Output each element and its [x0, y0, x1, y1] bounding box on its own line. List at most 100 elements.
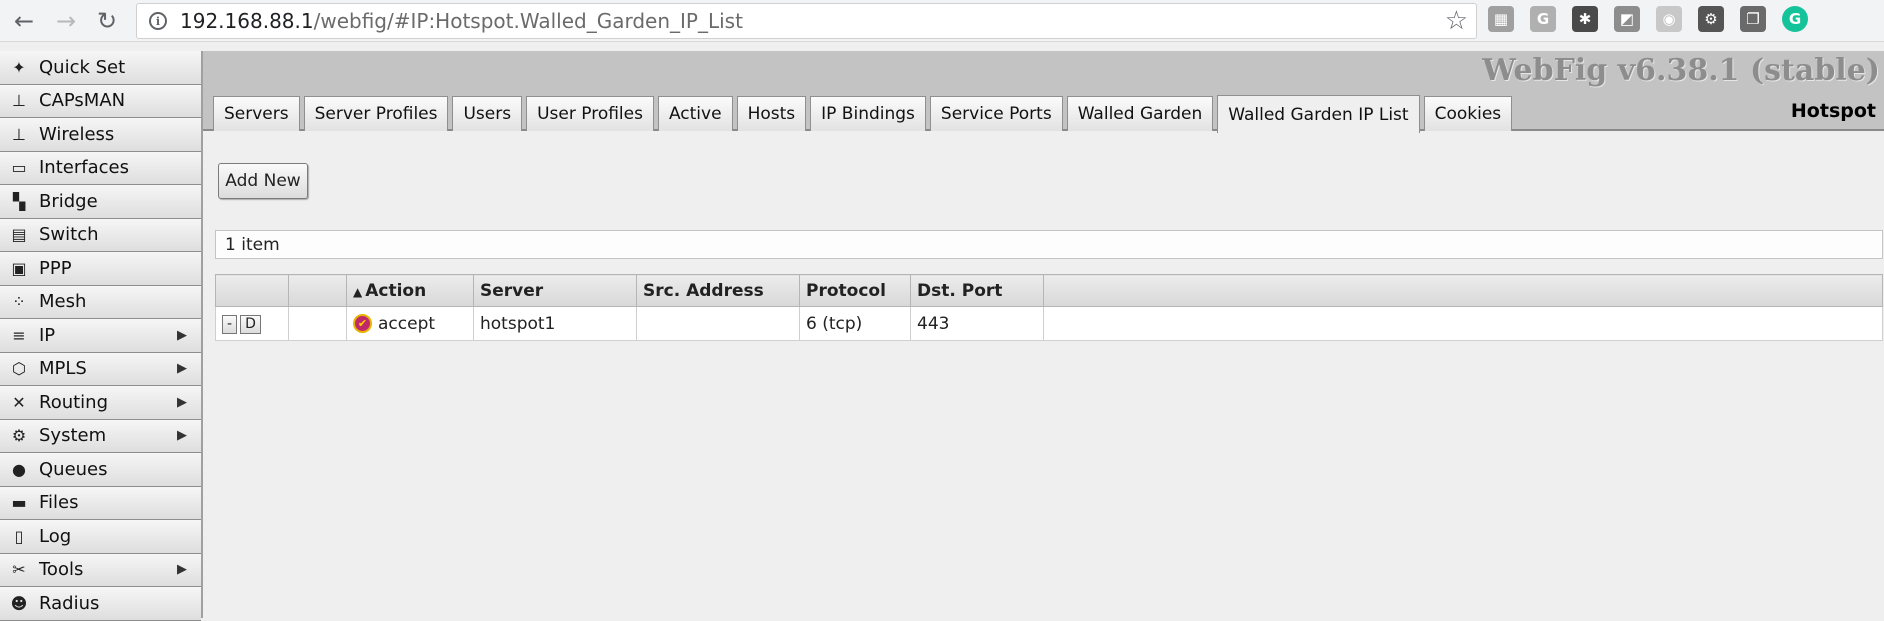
column-header-dst-port[interactable]: Dst. Port: [910, 274, 1044, 307]
sidebar-item-files[interactable]: ▬ Files: [0, 486, 201, 520]
sidebar-item-quick-set[interactable]: ✦ Quick Set: [0, 51, 201, 85]
browser-toolbar: ← → ↻ i 192.168.88.1/webfig/#IP:Hotspot.…: [0, 0, 1884, 42]
sidebar-item-label: Interfaces: [39, 157, 129, 179]
ip-icon: ≡: [12, 325, 26, 345]
submenu-arrow-icon: ▶: [177, 562, 187, 578]
sidebar-item-routing[interactable]: ✕ Routing ▶: [0, 386, 201, 420]
tab-server-profiles[interactable]: Server Profiles: [303, 96, 449, 131]
item-count: 1 item: [215, 230, 1883, 259]
row-src-address-cell[interactable]: [636, 306, 800, 341]
sort-ascending-icon: ▲: [353, 284, 363, 299]
sidebar-item-label: Tools: [39, 559, 84, 581]
tab-servers[interactable]: Servers: [213, 96, 300, 131]
tools-icon: ✂: [12, 560, 26, 580]
disable-row-button[interactable]: D: [240, 315, 261, 334]
tab-walled-garden[interactable]: Walled Garden: [1066, 96, 1214, 131]
sidebar-item-label: PPP: [39, 257, 72, 279]
sidebar-item-wireless[interactable]: ⊥ Wireless: [0, 118, 201, 152]
antenna-icon: ⊥: [12, 91, 26, 111]
sidebar-item-label: Routing: [39, 391, 109, 413]
remove-row-button[interactable]: -: [222, 315, 238, 334]
sidebar-item-tools[interactable]: ✂ Tools ▶: [0, 553, 201, 587]
log-icon: ▯: [14, 526, 24, 546]
row-server-cell[interactable]: hotspot1: [473, 306, 637, 341]
sidebar-item-ppp[interactable]: ▣ PPP: [0, 252, 201, 286]
row-protocol-cell[interactable]: 6 (tcp): [799, 306, 911, 341]
tab-ip-bindings[interactable]: IP Bindings: [810, 96, 926, 131]
sidebar-item-radius[interactable]: ☻ Radius: [0, 587, 201, 621]
column-header-protocol[interactable]: Protocol: [799, 274, 911, 307]
sidebar-item-label: Files: [39, 492, 79, 514]
sidebar-item-queues[interactable]: ● Queues: [0, 453, 201, 487]
reload-icon[interactable]: ↻: [89, 3, 125, 39]
bridge-icon: ▚: [12, 191, 26, 211]
grammar-g-extension-icon[interactable]: G: [1530, 6, 1556, 32]
sidebar-item-bridge[interactable]: ▚ Bridge: [0, 185, 201, 219]
address-bar[interactable]: i 192.168.88.1/webfig/#IP:Hotspot.Walled…: [136, 3, 1477, 39]
site-info-icon[interactable]: i: [149, 12, 167, 30]
radius-icon: ☻: [10, 593, 28, 613]
webfig-version: WebFig v6.38.1 (stable): [1482, 53, 1880, 88]
queues-icon: ●: [12, 459, 26, 479]
sidebar-item-mpls[interactable]: ⬡ MPLS ▶: [0, 352, 201, 386]
table-row[interactable]: -D ✔ accept hotspot1 6 (tcp) 443: [215, 306, 1883, 341]
sidebar-item-label: CAPsMAN: [39, 90, 126, 112]
sidebar-item-log[interactable]: ▯ Log: [0, 520, 201, 554]
calendar-extension-icon[interactable]: ▦: [1488, 6, 1514, 32]
tab-walled-garden-ip-list[interactable]: Walled Garden IP List: [1217, 95, 1420, 133]
sidebar-item-label: MPLS: [39, 358, 87, 380]
sidebar-item-mesh[interactable]: ⁘ Mesh: [0, 285, 201, 319]
url-host: 192.168.88.1: [180, 9, 314, 33]
back-arrow-icon[interactable]: ←: [6, 3, 42, 39]
wireless-icon: ⊥: [12, 124, 26, 144]
notes-extension-icon[interactable]: ◩: [1614, 6, 1640, 32]
forward-arrow-icon[interactable]: →: [48, 3, 84, 39]
sidebar-item-switch[interactable]: ▤ Switch: [0, 218, 201, 252]
tab-user-profiles[interactable]: User Profiles: [526, 96, 654, 131]
tab-service-ports[interactable]: Service Ports: [929, 96, 1063, 131]
sidebar-item-label: Bridge: [39, 190, 98, 212]
grammarly-extension-icon[interactable]: G: [1782, 6, 1808, 32]
add-new-button[interactable]: Add New: [218, 163, 308, 199]
row-filler-cell: [1043, 306, 1883, 341]
tab-cookies[interactable]: Cookies: [1423, 96, 1513, 131]
row-action-cell[interactable]: ✔ accept: [346, 306, 474, 341]
switch-icon: ▤: [11, 225, 27, 245]
sidebar-item-interfaces[interactable]: ▭ Interfaces: [0, 151, 201, 185]
sidebar-item-ip[interactable]: ≡ IP ▶: [0, 319, 201, 353]
mesh-icon: ⁘: [12, 292, 26, 312]
bookmark-star-icon[interactable]: ☆: [1445, 6, 1468, 36]
tab-active[interactable]: Active: [657, 96, 733, 131]
submenu-arrow-icon: ▶: [177, 327, 187, 343]
sidebar-item-label: Quick Set: [39, 56, 126, 78]
tab-hosts[interactable]: Hosts: [736, 96, 807, 131]
accept-icon: ✔: [353, 314, 372, 333]
submenu-arrow-icon: ▶: [177, 428, 187, 444]
column-header-filler: [1043, 274, 1883, 307]
sidebar-menu: ✦ Quick Set ⊥ CAPsMAN ⊥ Wireless ▭ Interfaces ▚ B…: [0, 51, 203, 621]
sidebar-item-system[interactable]: ⚙ System ▶: [0, 419, 201, 453]
sidebar-item-label: IP: [39, 324, 56, 346]
column-header-server[interactable]: Server: [473, 274, 637, 307]
hubspot-extension-icon[interactable]: ✱: [1572, 6, 1598, 32]
column-header-flags: [288, 274, 347, 307]
wand-icon: ✦: [12, 57, 26, 77]
tab-users[interactable]: Users: [452, 96, 523, 131]
section-title: Hotspot: [1790, 100, 1876, 122]
camera-extension-icon[interactable]: ◉: [1656, 6, 1682, 32]
column-header-src-address[interactable]: Src. Address: [636, 274, 800, 307]
sidebar-item-capsman[interactable]: ⊥ CAPsMAN: [0, 84, 201, 118]
url-path: /webfig/#IP:Hotspot.Walled_Garden_IP_Lis…: [313, 9, 743, 33]
row-dst-port-cell[interactable]: 443: [910, 306, 1044, 341]
sidebar-item-label: System: [39, 425, 107, 447]
row-flags-cell: [288, 306, 347, 341]
table-header-row: ▲ Action Server Src. Address Protocol Dst…: [215, 274, 1883, 307]
windows-extension-icon[interactable]: ❐: [1740, 6, 1766, 32]
column-header-action[interactable]: ▲ Action: [346, 274, 474, 307]
submenu-arrow-icon: ▶: [177, 394, 187, 410]
folder-icon: ▬: [11, 493, 27, 513]
column-header-buttons: [215, 274, 289, 307]
walled-garden-ip-table: ▲ Action Server Src. Address Protocol Dst…: [215, 274, 1883, 341]
tab-bar: Servers Server Profiles Users User Profiles…: [213, 95, 1516, 133]
gear-extension-icon[interactable]: ⚙: [1698, 6, 1724, 32]
